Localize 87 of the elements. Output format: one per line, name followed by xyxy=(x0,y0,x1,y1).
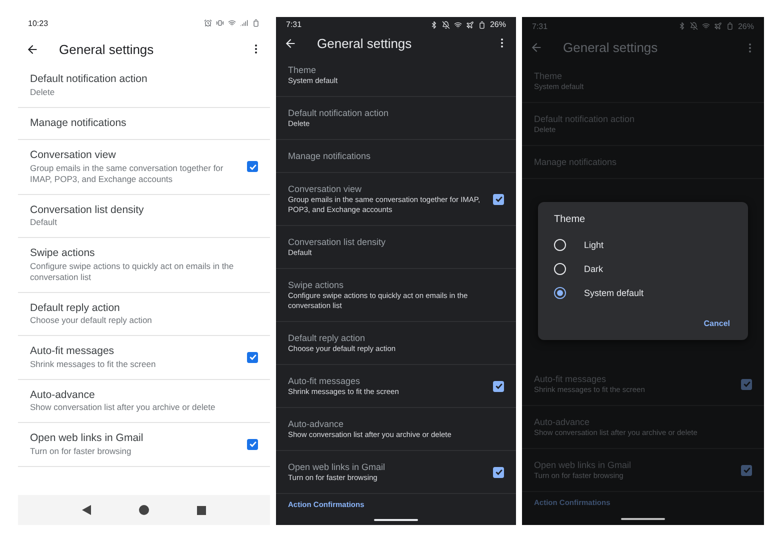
back-triangle-icon[interactable] xyxy=(82,505,91,515)
wifi-icon xyxy=(228,19,236,27)
settings-row[interactable]: Default reply action Choose your default reply action xyxy=(18,292,270,336)
settings-row[interactable]: Open web links in Gmail Turn on for faster browsing xyxy=(18,423,270,466)
gesture-bar[interactable] xyxy=(621,518,665,520)
checkbox[interactable] xyxy=(493,380,504,392)
setting-description: Show conversation list after you archive or delete xyxy=(30,402,216,413)
checkbox[interactable] xyxy=(741,378,752,390)
setting-title: Open web links in Gmail xyxy=(30,432,144,446)
back-arrow-icon[interactable] xyxy=(284,36,297,50)
settings-row[interactable]: Swipe actions Configure swipe actions to quickly act on emails in the conversation list xyxy=(18,238,270,292)
checkbox[interactable] xyxy=(247,438,258,450)
settings-row[interactable]: Auto-fit messages Shrink messages to fit the screen xyxy=(18,336,270,380)
setting-title: Manage notifications xyxy=(288,150,372,162)
checkbox[interactable] xyxy=(493,194,504,205)
battery-percentage: 26% xyxy=(738,22,754,31)
screen-title: General settings xyxy=(59,42,155,56)
setting-title: Auto-advance xyxy=(30,388,96,402)
checkbox[interactable] xyxy=(741,464,752,476)
setting-description: Choose your default reply action xyxy=(30,315,153,326)
setting-title: Auto-advance xyxy=(534,416,591,428)
battery-icon xyxy=(478,20,486,29)
setting-description: Shrink messages to fit the screen xyxy=(30,358,157,370)
setting-title: Default notification action xyxy=(534,113,636,126)
setting-title: Swipe actions xyxy=(288,279,345,292)
setting-title: Manage notifications xyxy=(534,156,618,168)
settings-row[interactable]: Conversation view Group emails in the same conversation together for IMAP, POP3, and Exchange accounts xyxy=(18,140,270,194)
settings-row[interactable]: Manage notifications xyxy=(18,108,270,140)
bell-off-icon xyxy=(442,20,450,29)
setting-title: Default reply action xyxy=(288,332,366,344)
settings-row[interactable]: Manage notifications xyxy=(276,140,516,174)
setting-title: Open web links in Gmail xyxy=(534,459,632,472)
bluetooth-icon xyxy=(678,22,686,30)
setting-title: Default notification action xyxy=(288,107,390,120)
setting-title: Conversation list density xyxy=(288,236,387,248)
radio-button[interactable] xyxy=(554,287,566,300)
setting-title: Auto-fit messages xyxy=(30,345,116,358)
settings-row[interactable]: Conversation list density Default xyxy=(18,194,270,238)
setting-title: Theme xyxy=(288,64,318,76)
setting-title: Manage notifications xyxy=(30,116,128,130)
checkbox[interactable] xyxy=(247,352,258,363)
setting-title: Swipe actions xyxy=(30,247,96,260)
setting-title: Default notification action xyxy=(30,73,148,86)
back-arrow-icon[interactable] xyxy=(26,42,39,56)
setting-description: Turn on for faster browsing xyxy=(30,446,132,456)
alarm-icon xyxy=(204,19,212,27)
vibrate-icon xyxy=(216,19,224,27)
airplane-icon xyxy=(466,20,474,29)
setting-title: Default reply action xyxy=(30,302,121,315)
screen-title: General settings xyxy=(317,36,413,51)
settings-row[interactable]: Default notification action Delete xyxy=(18,64,270,108)
checkbox[interactable] xyxy=(247,161,258,172)
option-label[interactable]: System default xyxy=(584,288,644,298)
airplane-icon xyxy=(714,22,722,30)
dialog-title: Theme xyxy=(553,214,586,228)
checkbox[interactable] xyxy=(493,466,504,478)
battery-icon xyxy=(726,22,734,30)
setting-title: Conversation list density xyxy=(30,204,145,217)
wifi-icon xyxy=(454,20,462,29)
bell-off-icon xyxy=(690,22,698,30)
setting-title: Conversation view xyxy=(288,183,363,196)
settings-row[interactable]: Auto-advance Show conversation list after you archive or delete xyxy=(18,380,270,423)
status-time: 7:31 xyxy=(286,20,302,30)
setting-description: Delete xyxy=(30,86,56,98)
setting-title: Conversation view xyxy=(30,149,117,162)
screen-title: General settings xyxy=(563,40,659,56)
setting-title: Open web links in Gmail xyxy=(288,461,386,474)
setting-description: Group emails in the same conversation together for IMAP, POP3, and Exchange accounts xyxy=(30,162,224,184)
battery-icon xyxy=(252,19,260,27)
signal-icon xyxy=(240,19,248,27)
setting-title: Auto-advance xyxy=(288,418,345,430)
home-circle-icon[interactable] xyxy=(139,505,149,515)
setting-description: Default xyxy=(30,217,58,228)
battery-percentage: 26% xyxy=(490,20,506,30)
bluetooth-icon xyxy=(430,20,438,29)
setting-title: Auto-fit messages xyxy=(534,373,608,386)
setting-title: Theme xyxy=(534,70,564,82)
setting-description: Configure swipe actions to quickly act on emails in the conversation list xyxy=(30,260,235,282)
gesture-bar[interactable] xyxy=(374,519,418,522)
cancel-button[interactable]: Cancel xyxy=(702,317,732,330)
status-time: 7:31 xyxy=(532,22,548,31)
wifi-icon xyxy=(702,22,710,30)
status-time: 10:23 xyxy=(28,18,48,28)
option-label[interactable]: Light xyxy=(584,240,604,250)
option-label[interactable]: Dark xyxy=(584,264,604,274)
recents-square-icon[interactable] xyxy=(197,506,206,514)
setting-title: Auto-fit messages xyxy=(288,375,362,388)
